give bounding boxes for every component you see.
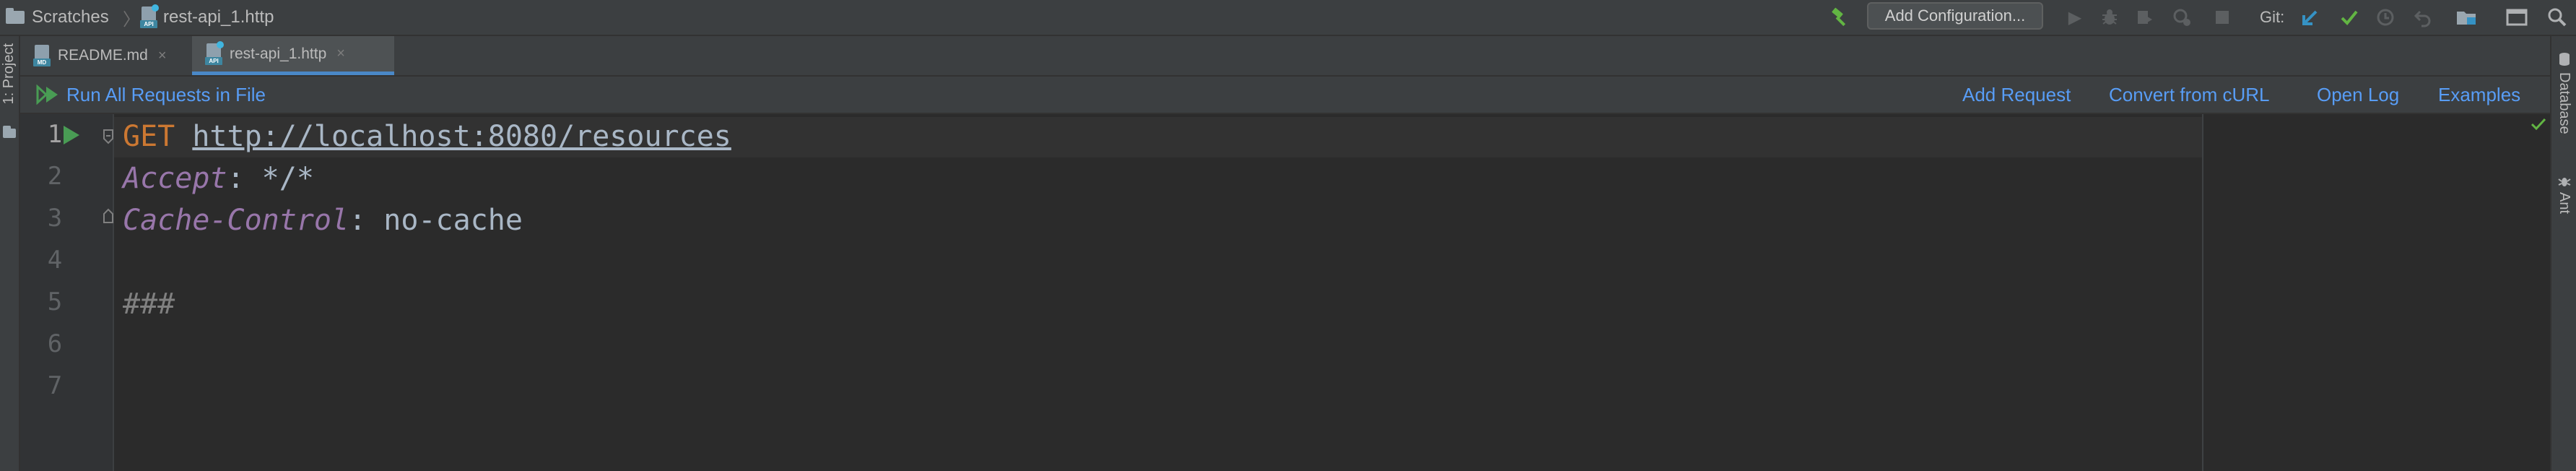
tab-rest-api[interactable]: API rest-api_1.http × (192, 36, 394, 75)
database-icon (2559, 52, 2570, 70)
code-line-5[interactable]: ### (123, 288, 175, 321)
folder-icon (6, 8, 25, 24)
run-all-icon (36, 85, 58, 105)
fold-end-icon[interactable] (103, 208, 114, 228)
http-method: GET (123, 120, 175, 153)
line-number: 6 (47, 329, 63, 358)
tab-readme[interactable]: MD README.md × (33, 36, 205, 75)
run-all-label: Run All Requests in File (66, 83, 266, 105)
code-line-2[interactable]: Accept: */* (123, 162, 314, 195)
git-commit-icon[interactable] (2338, 6, 2361, 29)
run-request-gutter-icon[interactable] (62, 124, 81, 150)
convert-from-curl-link[interactable]: Convert from cURL (2109, 77, 2270, 113)
header-separator: : (227, 162, 262, 195)
header-value: */* (261, 162, 314, 195)
code-line-3[interactable]: Cache-Control: no-cache (123, 204, 523, 237)
ant-tool-button[interactable]: Ant (2556, 192, 2572, 214)
tab-label: rest-api_1.http (230, 45, 327, 62)
http-file-icon: API (205, 40, 224, 65)
code-line-1[interactable]: GET http://localhost:8080/resources (123, 120, 731, 153)
fold-start-icon[interactable] (103, 129, 114, 148)
line-number: 7 (47, 371, 63, 400)
navigation-bar: Scratches 〉 API rest-api_1.http Add Conf… (0, 0, 2576, 36)
breadcrumb-separator: 〉 (123, 9, 140, 30)
open-log-link[interactable]: Open Log (2317, 77, 2399, 113)
terminal-icon[interactable] (2505, 6, 2528, 29)
markdown-file-icon: MD (33, 45, 51, 66)
git-label: Git: (2260, 8, 2285, 26)
database-tool-button[interactable]: Database (2556, 72, 2572, 134)
right-tool-strip: Database Ant (2550, 36, 2576, 471)
git-update-icon[interactable] (2299, 6, 2322, 29)
breadcrumb-file-label: rest-api_1.http (163, 7, 274, 27)
breadcrumb-scratches[interactable]: Scratches (6, 0, 109, 35)
ant-icon (2558, 175, 2571, 191)
http-client-toolbar: Run All Requests in File Add Request Con… (20, 77, 2550, 114)
request-url[interactable]: http://localhost:8080/resources (192, 120, 731, 153)
http-file-icon: API (140, 4, 159, 28)
examples-link[interactable]: Examples (2438, 77, 2520, 113)
line-number: 2 (47, 162, 63, 191)
project-structure-icon[interactable] (2455, 6, 2478, 29)
line-number: 3 (47, 204, 63, 233)
debug-icon[interactable] (2098, 6, 2121, 29)
inspection-ok-icon[interactable] (2530, 117, 2547, 135)
request-separator: ### (123, 288, 175, 321)
header-value: no-cache (383, 204, 523, 237)
header-name: Accept (123, 162, 227, 195)
header-separator: : (349, 204, 384, 237)
line-number: 4 (47, 246, 63, 275)
close-tab-icon[interactable]: × (336, 46, 345, 62)
git-history-icon[interactable] (2374, 6, 2397, 29)
close-tab-icon[interactable]: × (158, 48, 167, 64)
breadcrumb-file[interactable]: API rest-api_1.http (140, 0, 274, 35)
left-tool-strip: 1: Project (0, 36, 20, 471)
project-tool-button[interactable]: 1: Project (1, 43, 17, 104)
editor-gutter: 1 2 3 4 5 6 7 (20, 114, 114, 471)
git-rollback-icon[interactable] (2411, 6, 2434, 29)
project-folder-icon (3, 126, 16, 142)
build-hammer-icon[interactable] (1828, 6, 1851, 29)
profile-icon[interactable] (2170, 6, 2193, 29)
add-configuration-button[interactable]: Add Configuration... (1867, 2, 2043, 30)
editor-tab-bar: MD README.md × API rest-api_1.http × (20, 36, 2550, 77)
add-request-link[interactable]: Add Request (1962, 77, 2071, 113)
run-icon[interactable]: ▶ (2063, 6, 2087, 29)
header-name: Cache-Control (123, 204, 349, 237)
right-margin-guide (2202, 114, 2203, 471)
search-icon[interactable] (2546, 6, 2569, 29)
line-number: 5 (47, 288, 63, 316)
tab-label: README.md (58, 47, 148, 64)
run-with-coverage-icon[interactable] (2133, 6, 2156, 29)
stop-icon[interactable] (2211, 6, 2234, 29)
breadcrumb-label: Scratches (32, 7, 109, 27)
run-all-requests-button[interactable]: Run All Requests in File (36, 77, 266, 113)
